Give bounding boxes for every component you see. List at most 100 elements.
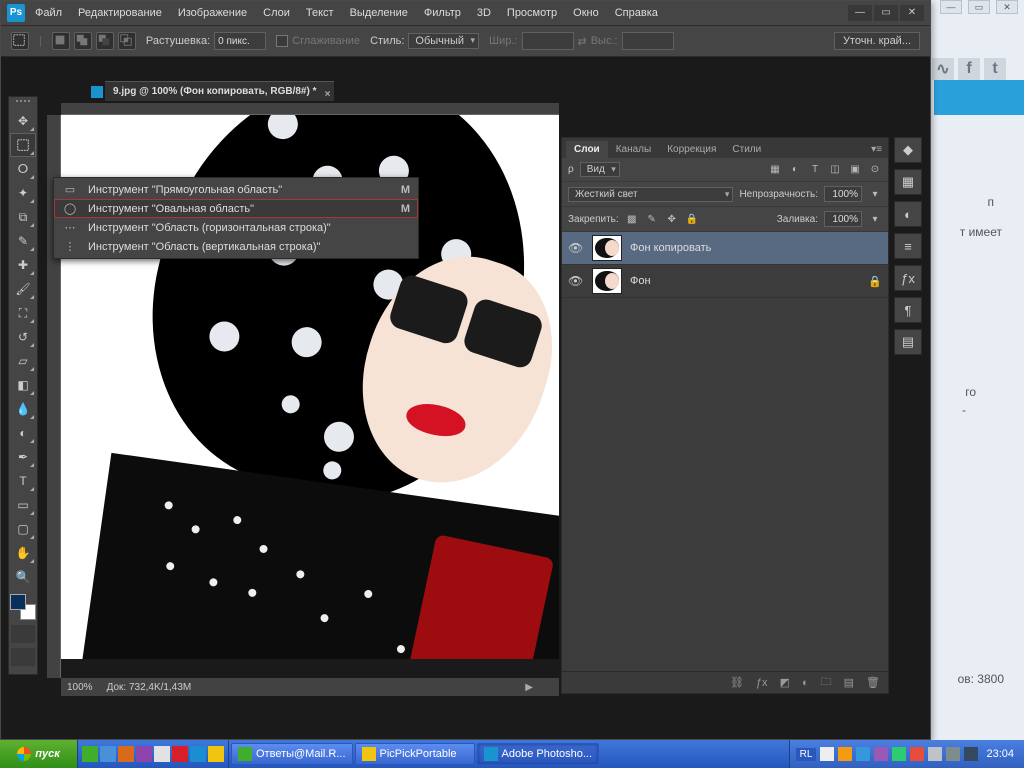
browser-close[interactable]: ✕ (996, 0, 1018, 14)
character-panel-icon[interactable]: ƒx (894, 265, 922, 291)
tool-eyedropper[interactable]: ✎ (11, 230, 35, 252)
tab-channels[interactable]: Каналы (608, 141, 660, 158)
layer-name[interactable]: Фон копировать (630, 242, 711, 254)
tray-volume-icon[interactable] (928, 747, 942, 761)
tool-marquee[interactable] (11, 134, 35, 156)
tool-wand[interactable]: ✦ (11, 182, 35, 204)
intersect-selection-icon[interactable] (118, 32, 136, 50)
panel-menu-icon[interactable]: ▾≡ (865, 141, 888, 158)
tray-icon[interactable] (892, 747, 906, 761)
browser-max[interactable]: ▭ (968, 0, 990, 14)
trash-icon[interactable]: 🗑 (866, 676, 880, 689)
document-tab[interactable]: 9.jpg @ 100% (Фон копировать, RGB/8#) * … (105, 81, 334, 101)
color-swatches[interactable] (10, 594, 36, 620)
tool-dodge[interactable]: ◐ (11, 422, 35, 444)
start-button[interactable]: пуск (0, 740, 78, 768)
task-item[interactable]: PicPickPortable (355, 743, 475, 765)
layer-row[interactable]: 👁 Фон копировать (562, 232, 888, 265)
subtract-selection-icon[interactable] (96, 32, 114, 50)
doc-info[interactable]: Док: 732,4K/1,43M (107, 682, 192, 693)
lock-all-icon[interactable]: 🔒 (685, 212, 699, 226)
lock-move-icon[interactable]: ✥ (665, 212, 679, 226)
task-item[interactable]: Adobe Photosho... (477, 743, 600, 765)
menu-3d[interactable]: 3D (471, 5, 497, 21)
filter-adjust-icon[interactable]: ◐ (788, 163, 802, 177)
flyout-single-row[interactable]: ⋯ Инструмент "Область (горизонтальная ст… (54, 218, 418, 237)
taskbar-clock[interactable]: 23:04 (982, 748, 1018, 760)
ql-icon-3[interactable] (118, 746, 134, 762)
tool-blur[interactable]: 💧 (11, 398, 35, 420)
flyout-rectangular[interactable]: ▭ Инструмент "Прямоугольная область" M (54, 180, 418, 199)
add-selection-icon[interactable] (74, 32, 92, 50)
opacity-input[interactable] (824, 186, 862, 202)
close-tab-icon[interactable]: × (325, 85, 331, 105)
tray-icon[interactable] (856, 747, 870, 761)
ql-icon-2[interactable] (100, 746, 116, 762)
tool-history-brush[interactable]: ↺ (11, 326, 35, 348)
rss-icon[interactable]: ∿ (932, 58, 954, 80)
ql-icon-5[interactable] (154, 746, 170, 762)
ql-icon-1[interactable] (82, 746, 98, 762)
ruler-horizontal[interactable] (61, 103, 559, 115)
history-panel-icon[interactable]: ≡ (894, 233, 922, 259)
filter-kind-select[interactable]: Вид (580, 162, 620, 177)
tray-shield-icon[interactable] (964, 747, 978, 761)
task-item[interactable]: Ответы@Mail.R... (231, 743, 353, 765)
language-indicator[interactable]: RL (796, 748, 817, 761)
tool-crop[interactable]: ⧉ (11, 206, 35, 228)
tray-icon[interactable] (838, 747, 852, 761)
window-maximize[interactable]: ▭ (874, 5, 898, 21)
mask-icon[interactable]: ◩ (780, 676, 790, 689)
blend-mode-select[interactable]: Жесткий свет (568, 187, 733, 202)
tool-text[interactable]: T (11, 470, 35, 492)
browser-min[interactable]: — (940, 0, 962, 14)
zoom-readout[interactable]: 100% (67, 682, 93, 693)
menu-file[interactable]: Файл (29, 5, 68, 21)
window-close[interactable]: ✕ (900, 5, 924, 21)
menu-text[interactable]: Текст (300, 5, 340, 21)
menu-filter[interactable]: Фильтр (418, 5, 467, 21)
tab-layers[interactable]: Слои (566, 141, 608, 158)
status-arrow-icon[interactable]: ▶ (525, 682, 533, 693)
menu-edit[interactable]: Редактирование (72, 5, 168, 21)
tray-icon[interactable] (820, 747, 834, 761)
lock-brush-icon[interactable]: ✎ (645, 212, 659, 226)
refine-edge-button[interactable]: Уточн. край... (834, 32, 920, 50)
visibility-icon[interactable]: 👁 (568, 274, 584, 288)
filter-smart-icon[interactable]: ▣ (848, 163, 862, 177)
current-tool-icon[interactable] (11, 32, 29, 50)
tool-gradient[interactable]: ◧ (11, 374, 35, 396)
text-panel-icon[interactable]: ¶ (894, 297, 922, 323)
screenmode-toggle[interactable] (11, 648, 35, 666)
fx-icon[interactable]: ƒx (756, 677, 768, 689)
tab-styles[interactable]: Стили (724, 141, 769, 158)
filter-shape-icon[interactable]: ◫ (828, 163, 842, 177)
flyout-single-col[interactable]: ⋮ Инструмент "Область (вертикальная стро… (54, 237, 418, 256)
tool-zoom[interactable]: 🔍 (11, 566, 35, 588)
color-panel-icon[interactable]: ◆ (894, 137, 922, 163)
menu-image[interactable]: Изображение (172, 5, 253, 21)
tray-icon[interactable] (910, 747, 924, 761)
fill-input[interactable] (824, 211, 862, 227)
tool-heal[interactable]: ✚ (11, 254, 35, 276)
menu-select[interactable]: Выделение (344, 5, 414, 21)
layer-name[interactable]: Фон (630, 275, 651, 287)
swatches-panel-icon[interactable]: ▦ (894, 169, 922, 195)
opacity-caret-icon[interactable]: ▾ (868, 187, 882, 201)
ql-icon-4[interactable] (136, 746, 152, 762)
layer-thumbnail[interactable] (592, 268, 622, 294)
tool-pen[interactable]: ✒ (11, 446, 35, 468)
tab-adjustments[interactable]: Коррекция (659, 141, 724, 158)
layer-row[interactable]: 👁 Фон 🔒 (562, 265, 888, 298)
paths-panel-icon[interactable]: ▤ (894, 329, 922, 355)
feather-input[interactable] (214, 32, 266, 50)
menu-layers[interactable]: Слои (257, 5, 296, 21)
tray-network-icon[interactable] (946, 747, 960, 761)
ql-icon-7[interactable] (190, 746, 206, 762)
style-select[interactable]: Обычный (408, 33, 479, 49)
filter-text-icon[interactable]: T (808, 163, 822, 177)
tool-path-select[interactable]: ▭ (11, 494, 35, 516)
new-selection-icon[interactable] (52, 32, 70, 50)
new-layer-icon[interactable]: ▤ (844, 676, 854, 689)
link-layers-icon[interactable]: ⛓ (730, 676, 744, 689)
